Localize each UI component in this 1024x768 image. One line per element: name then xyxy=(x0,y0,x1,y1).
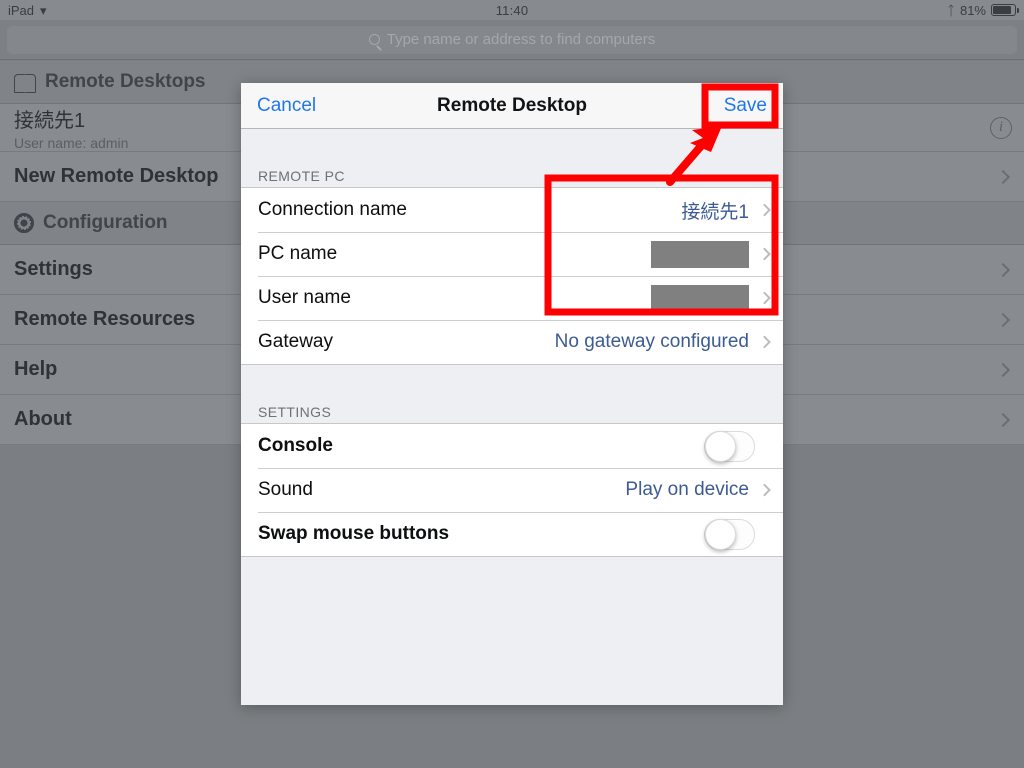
redacted-value xyxy=(651,284,749,312)
group-spacer xyxy=(241,129,783,165)
battery-percent-label: 81% xyxy=(959,2,986,18)
form-row-sound[interactable]: Sound Play on device xyxy=(241,468,783,512)
form-group-settings: Console Sound Play on device Swap mouse … xyxy=(241,423,783,557)
book-icon xyxy=(14,73,36,93)
form-row-console[interactable]: Console xyxy=(241,424,783,468)
chevron-right-icon xyxy=(758,247,771,261)
form-value: 接続先1 xyxy=(681,201,749,223)
form-row-pc-name[interactable]: PC name xyxy=(241,232,783,276)
form-label: Console xyxy=(258,435,333,456)
form-row-connection-name[interactable]: Connection name 接続先1 xyxy=(241,188,783,232)
form-label: PC name xyxy=(258,243,338,264)
section-title-configuration: Configuration xyxy=(43,212,168,233)
save-button[interactable]: Save xyxy=(724,95,767,117)
status-bar-right: ᛏ 81% xyxy=(947,0,1020,20)
status-bar: iPad ▾ 11:40 ᛏ 81% xyxy=(0,0,1024,20)
form-value: No gateway configured xyxy=(554,331,749,352)
modal-footer-empty xyxy=(241,557,783,705)
bluetooth-icon: ᛏ xyxy=(947,2,955,18)
modal-header: Cancel Remote Desktop Save xyxy=(241,83,783,129)
search-bar: Type name or address to find computers xyxy=(0,20,1024,60)
form-row-swap-mouse-buttons[interactable]: Swap mouse buttons xyxy=(241,512,783,556)
form-row-user-name[interactable]: User name xyxy=(241,276,783,320)
form-row-gateway[interactable]: Gateway No gateway configured xyxy=(241,320,783,364)
section-header-settings: SETTINGS xyxy=(241,401,783,423)
status-bar-clock: 11:40 xyxy=(495,2,529,18)
form-label: Sound xyxy=(258,479,313,500)
redacted-value xyxy=(651,240,749,268)
form-group-remote-pc: Connection name 接続先1 PC name User name G… xyxy=(241,187,783,365)
gear-icon xyxy=(14,213,34,233)
chevron-right-icon xyxy=(758,291,771,305)
info-icon[interactable]: i xyxy=(990,116,1012,139)
form-label: Connection name xyxy=(258,199,407,220)
form-label: Swap mouse buttons xyxy=(258,523,450,544)
search-placeholder: Type name or address to find computers xyxy=(386,31,656,48)
search-input[interactable]: Type name or address to find computers xyxy=(7,25,1017,54)
section-header-remote-pc: REMOTE PC xyxy=(241,165,783,187)
console-toggle[interactable] xyxy=(704,430,755,462)
form-label: User name xyxy=(258,287,351,308)
form-label: Gateway xyxy=(258,331,333,352)
search-icon xyxy=(368,34,380,45)
swap-mouse-buttons-toggle[interactable] xyxy=(704,518,755,550)
ipad-screen: iPad ▾ 11:40 ᛏ 81% Type name or address … xyxy=(0,0,1024,768)
battery-icon xyxy=(991,4,1020,16)
form-value: Play on device xyxy=(625,479,749,500)
modal-title: Remote Desktop xyxy=(437,94,587,116)
group-spacer xyxy=(241,365,783,401)
remote-desktop-modal: Cancel Remote Desktop Save REMOTE PC Con… xyxy=(241,83,783,705)
section-title-remote-desktops: Remote Desktops xyxy=(45,71,206,92)
